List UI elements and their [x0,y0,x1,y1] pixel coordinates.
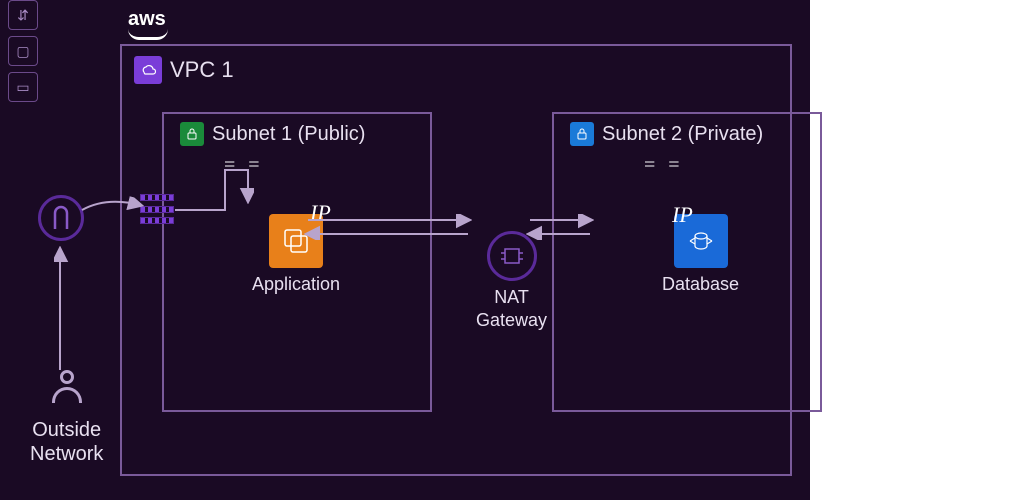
outside-network-node: Outside Network [30,370,103,466]
database-label: Database [662,274,739,295]
user-icon [47,370,87,414]
subnet-private-lock-icon [570,122,594,146]
subnet-private-title: Subnet 2 (Private) [602,123,763,146]
nat-gateway-label-2: Gateway [476,310,547,331]
nat-gateway-icon [487,231,537,281]
diagram-canvas: ⇵ ▢ ▭ aws VPC 1 Subnet 1 (Public) = = [0,0,810,500]
internet-gateway-node [38,195,84,241]
internet-gateway-icon [38,195,84,241]
subnet-public-title: Subnet 1 (Public) [212,123,365,146]
outside-label-2: Network [30,443,103,465]
subnet-public: Subnet 1 (Public) = = Application [162,112,432,412]
aws-logo: aws [128,8,168,40]
annotation-scribble-2: = = [644,154,684,177]
nat-gateway-label-1: NAT [494,287,529,308]
vpc-container: VPC 1 Subnet 1 (Public) = = Application [120,44,792,476]
vpc-title: VPC 1 [170,57,234,83]
subnet-public-lock-icon [180,122,204,146]
application-node: Application [252,214,340,295]
application-label: Application [252,274,340,295]
ip-annotation-db: IP [672,202,693,228]
annotation-scribble-1: = = [224,154,264,177]
ip-annotation-app: IP [310,200,331,226]
outside-label-1: Outside [32,419,101,441]
tool-text-icon[interactable]: ⇵ [8,0,38,30]
network-acl-icon [140,194,174,224]
diagram-toolbar: ⇵ ▢ ▭ [8,0,38,102]
vpc-icon [134,56,162,84]
subnet-private: Subnet 2 (Private) = = Database [552,112,822,412]
tool-chat-icon[interactable]: ▭ [8,72,38,102]
nat-gateway-node: NAT Gateway [476,231,547,331]
tool-shape-icon[interactable]: ▢ [8,36,38,66]
